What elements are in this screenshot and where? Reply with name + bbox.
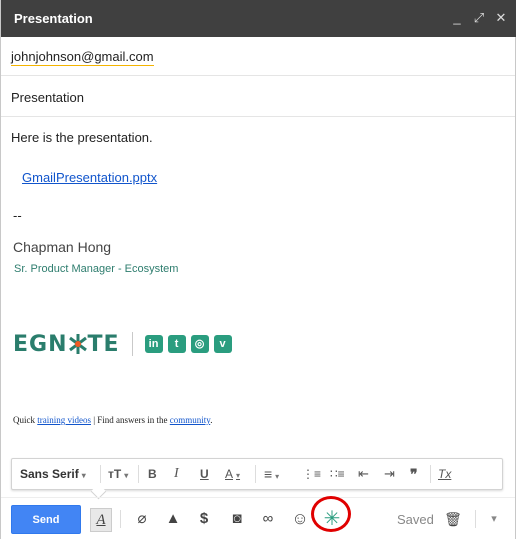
brand-text-right: TE [87,331,120,357]
text-color-button[interactable]: A ▾ [225,466,240,482]
training-videos-link[interactable]: training videos [37,415,91,425]
egnyte-logo: EGN TE in t ◎ v [13,330,237,358]
send-button[interactable]: Send [11,505,81,534]
saved-status: Saved [397,512,434,527]
footer-prefix: Quick [13,415,38,425]
to-field[interactable]: johnjohnson@gmail.com [1,37,515,76]
linkedin-icon[interactable]: in [144,335,163,353]
brand-divider [131,332,133,356]
brand-text-left: EGN [13,331,68,357]
attach-icon[interactable]: ⌀ [133,508,151,530]
formatting-options-icon[interactable]: A [90,508,112,532]
bold-button[interactable]: B [148,466,157,482]
indent-less-button[interactable]: ⇤ [358,466,369,482]
signature-footer: Quick training videos | Find answers in … [13,415,212,425]
font-size-select[interactable]: тT ▾ [108,466,128,482]
signature-role: Sr. Product Manager - Ecosystem [14,263,179,275]
brand-star-icon [68,332,88,356]
numbered-list-button[interactable]: ⋮≡ [302,466,321,482]
link-icon[interactable]: ∞ [258,508,278,530]
compose-window: Presentation _ ⤢ ✕ johnjohnson@gmail.com… [0,0,516,539]
more-options-icon[interactable]: ▾ [487,508,501,530]
instagram-icon[interactable]: ◎ [190,335,209,353]
formatting-toolbar: Sans Serif ▾ тT ▾ B I U A ▾ ≡ ▾ ⋮≡ ∷≡ ⇤ ⇥ ❞ … [11,458,503,490]
attachment-link[interactable]: GmailPresentation.pptx [22,170,157,185]
subject-field[interactable]: Presentation [1,78,515,117]
body-text-line: Here is the presentation. [11,130,153,145]
photo-icon[interactable]: ◙ [227,508,247,530]
compose-bottom-bar: Send A ⌀ ▲ $ ◙ ∞ ☺ ✳ Saved 🗑 ▾ [1,497,515,540]
close-icon[interactable]: ✕ [493,9,509,27]
subject-value[interactable]: Presentation [11,90,84,105]
clear-formatting-button[interactable]: Tx [438,466,451,482]
indent-more-button[interactable]: ⇥ [384,466,395,482]
money-icon[interactable]: $ [195,508,213,530]
vimeo-icon[interactable]: v [213,335,232,353]
compose-titlebar[interactable]: Presentation _ ⤢ ✕ [1,0,516,37]
minimize-icon[interactable]: _ [449,9,465,27]
discard-draft-icon[interactable]: 🗑 [444,508,462,530]
align-button[interactable]: ≡ ▾ [264,466,279,482]
highlight-circle-annotation [311,496,351,532]
footer-mid: | Find answers in the [91,415,170,425]
twitter-icon[interactable]: t [167,335,186,353]
to-recipient[interactable]: johnjohnson@gmail.com [11,49,154,66]
italic-button[interactable]: I [174,466,179,482]
compose-title: Presentation [14,11,93,26]
emoji-icon[interactable]: ☺ [290,508,310,530]
community-link[interactable]: community [170,415,210,425]
footer-end: . [210,415,213,425]
underline-button[interactable]: U [200,466,209,482]
drive-icon[interactable]: ▲ [164,508,182,530]
signature-name: Chapman Hong [13,239,112,255]
expand-icon[interactable]: ⤢ [471,9,487,27]
quote-button[interactable]: ❞ [410,466,418,482]
signature-separator: -- [13,208,22,223]
bulleted-list-button[interactable]: ∷≡ [330,466,345,482]
font-family-select[interactable]: Sans Serif ▾ [20,466,86,482]
